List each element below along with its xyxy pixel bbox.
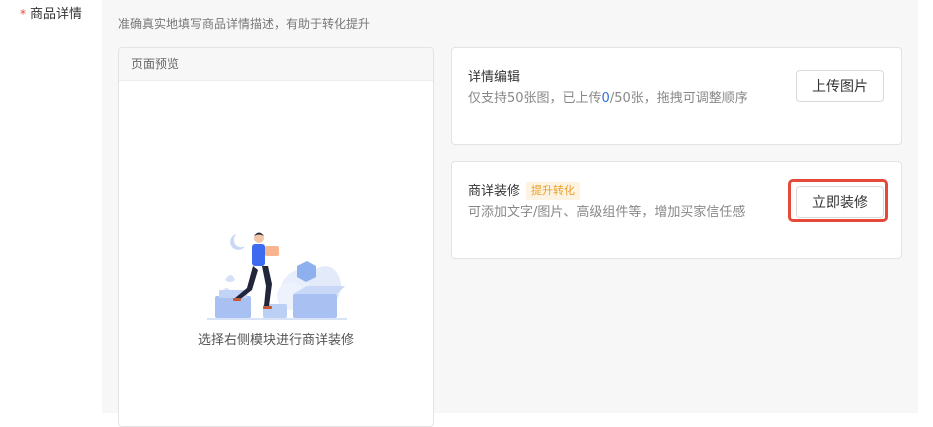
decorate-title-row: 商详装修 提升转化 xyxy=(468,180,581,200)
uploaded-count: 0 xyxy=(601,91,610,106)
field-label-text: 商品详情 xyxy=(30,7,83,22)
promo-badge: 提升转化 xyxy=(526,182,581,200)
detail-edit-desc-prefix: 仅支持50张图，已上传 xyxy=(468,91,602,106)
field-hint: 准确真实地填写商品详情描述，有助于转化提升 xyxy=(118,17,371,31)
empty-illustration-icon xyxy=(207,232,347,320)
detail-edit-title: 详情编辑 xyxy=(468,70,521,85)
decorate-now-button[interactable]: 立即装修 xyxy=(796,186,884,218)
detail-edit-desc-suffix: /50张，拖拽可调整顺序 xyxy=(609,91,748,106)
preview-empty-text: 选择右侧模块进行商详装修 xyxy=(197,333,354,348)
detail-edit-card: 详情编辑 仅支持50张图，已上传0/50张，拖拽可调整顺序 上传图片 xyxy=(451,47,902,145)
decorate-desc: 可添加文字/图片、高级组件等，增加买家信任感 xyxy=(468,205,746,220)
page-preview-card: 页面预览 选择右侧模块进行商详装修 xyxy=(118,47,434,427)
detail-edit-desc: 仅支持50张图，已上传0/50张，拖拽可调整顺序 xyxy=(468,88,768,109)
field-label: * 商品详情 xyxy=(20,3,82,22)
decorate-card: 商详装修 提升转化 可添加文字/图片、高级组件等，增加买家信任感 立即装修 xyxy=(451,161,902,259)
decorate-title: 商详装修 xyxy=(468,184,521,199)
upload-image-button[interactable]: 上传图片 xyxy=(796,70,884,102)
required-mark: * xyxy=(20,7,26,21)
preview-header: 页面预览 xyxy=(119,48,433,81)
